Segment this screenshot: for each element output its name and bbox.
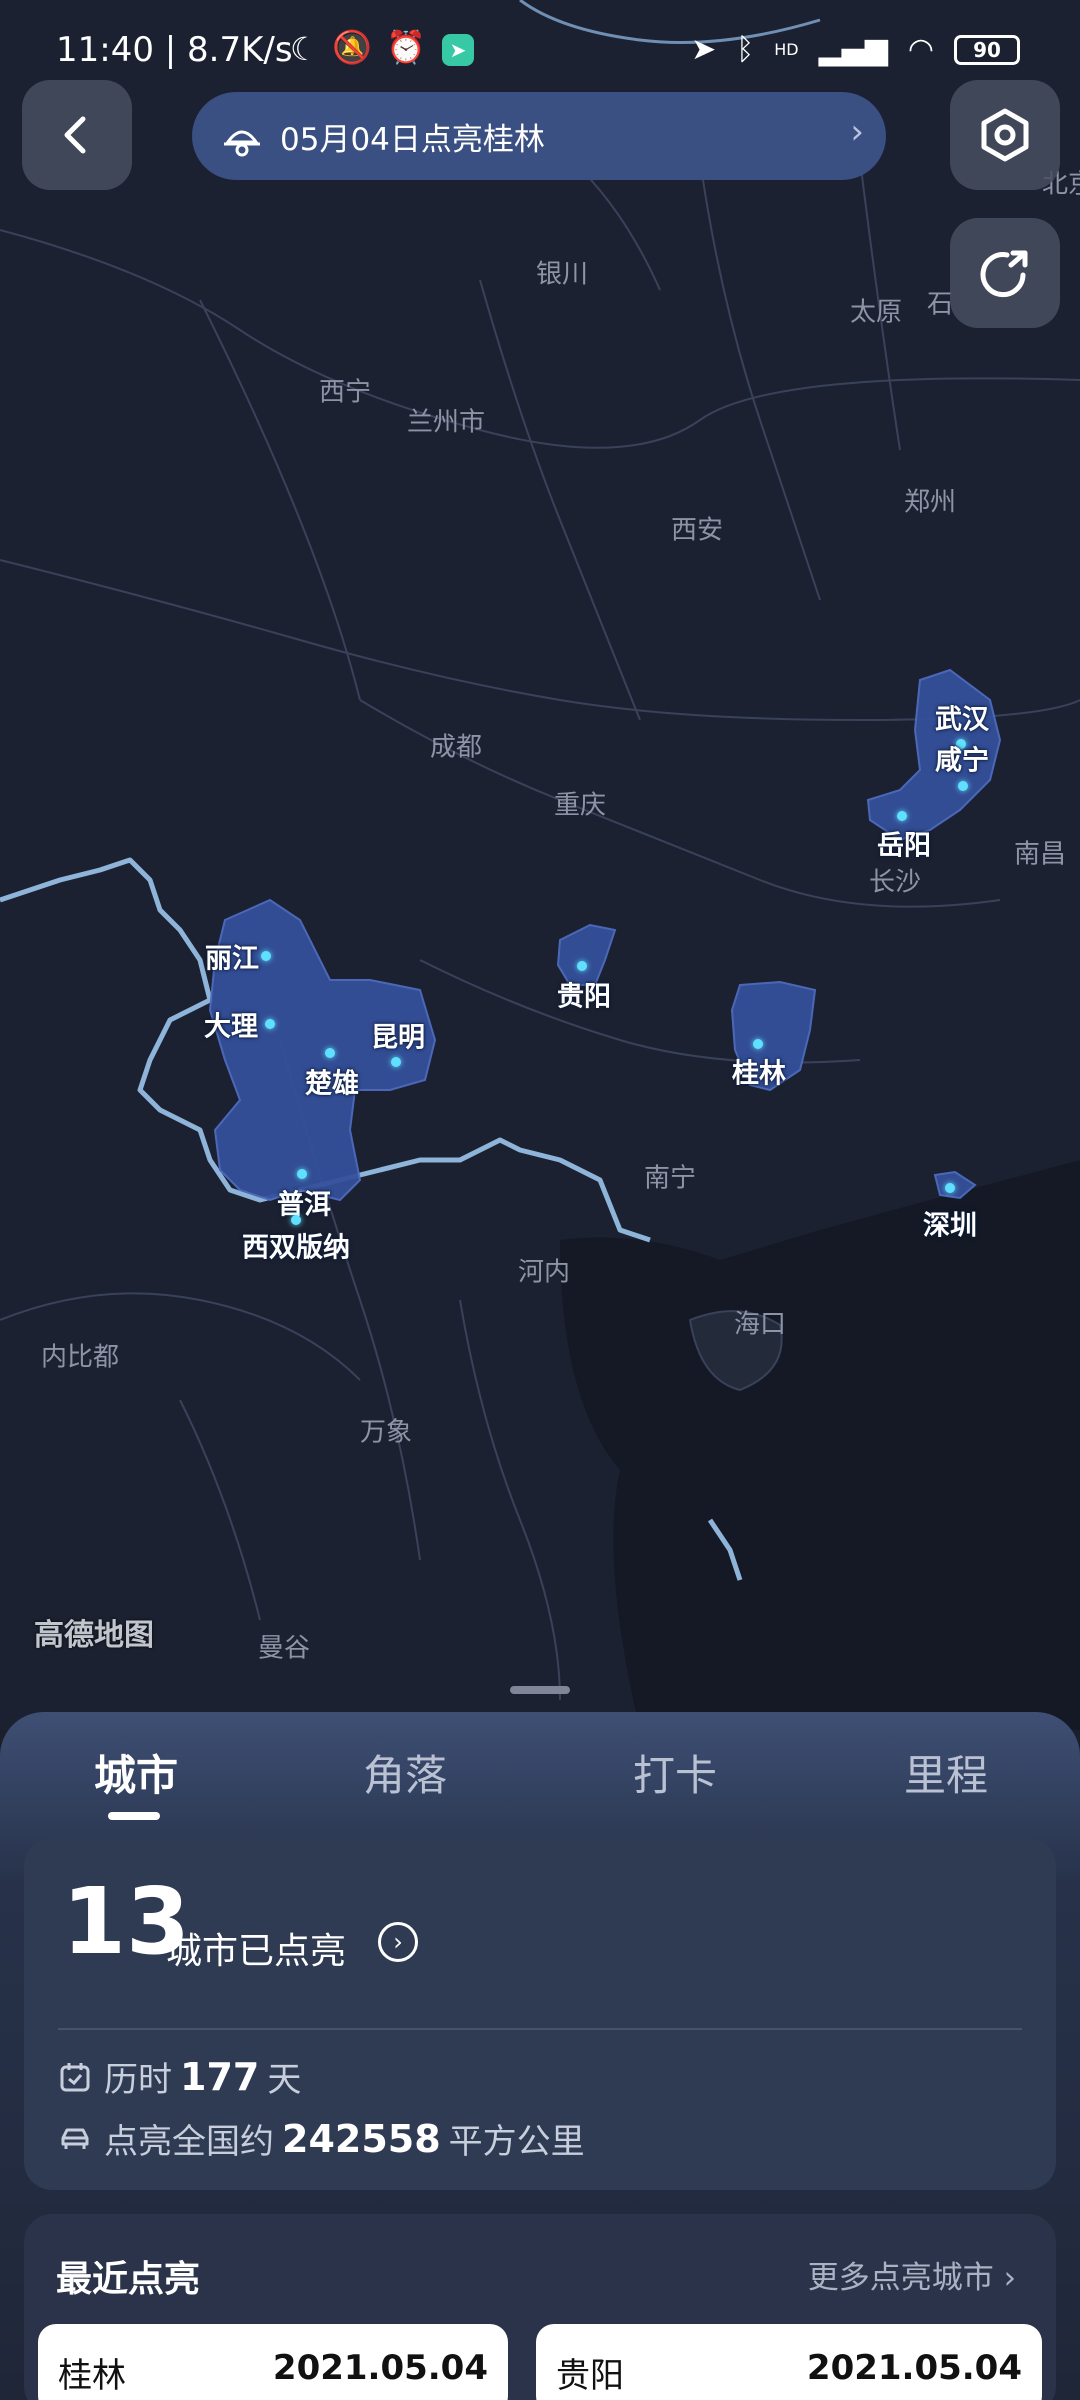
recent-item[interactable]: 贵阳 2021.05.04 xyxy=(536,2324,1042,2400)
map-city-label: 河内 xyxy=(517,1257,571,1288)
tab-mileage[interactable]: 里程 xyxy=(904,1742,988,1803)
hd-badge: HD xyxy=(774,40,799,59)
recent-title: 最近点亮 xyxy=(56,2259,201,2300)
duration-unit: 天 xyxy=(267,2060,302,2100)
map-attribution: 高德地图 xyxy=(34,1618,154,1653)
area-value: 242558 xyxy=(282,2116,441,2161)
map-city-label: 西宁 xyxy=(318,377,372,408)
hexagon-settings-icon xyxy=(981,108,1029,162)
map-city-label: 南昌 xyxy=(1013,839,1067,870)
recent-item[interactable]: 桂林 2021.05.04 xyxy=(38,2324,508,2400)
lit-city-label[interactable]: 昆明 xyxy=(371,1016,425,1055)
share-button[interactable] xyxy=(950,218,1060,328)
map-city-label: 太原 xyxy=(849,297,903,328)
lit-city-label[interactable]: 丽江 xyxy=(205,937,259,976)
moon-icon: ☾ xyxy=(290,30,319,68)
active-tab-indicator xyxy=(108,1812,160,1820)
banner-title: 05月04日点亮桂林 xyxy=(280,121,545,158)
signal-icon: ▂▄▆ xyxy=(818,32,888,67)
more-cities-link[interactable]: 更多点亮城市 › xyxy=(808,2252,1016,2297)
divider xyxy=(58,2028,1022,2030)
tab-city[interactable]: 城市 xyxy=(94,1742,178,1803)
lit-city-label[interactable]: 普洱 xyxy=(277,1183,331,1222)
duration-prefix: 历时 xyxy=(104,2060,172,2100)
lit-city-dot xyxy=(958,781,968,791)
area-unit: 平方公里 xyxy=(448,2122,585,2162)
duration-row: 历时 177 天 xyxy=(58,2052,301,2101)
mute-bell-icon: 🔕 xyxy=(332,28,372,66)
sheet-drag-handle[interactable] xyxy=(510,1686,570,1694)
lit-city-dot xyxy=(297,1169,307,1179)
area-row: 点亮全国约 242558 平方公里 xyxy=(58,2114,585,2163)
summary-card: 13 城市已点亮 › 历时 177 天 点亮全国约 242558 平方公里 xyxy=(24,1838,1056,2190)
status-icons: ➤ ᛒ HD ▂▄▆ ◠ 90 xyxy=(691,32,1020,67)
recent-item-date: 2021.05.04 xyxy=(806,2348,1022,2388)
tab-checkin[interactable]: 打卡 xyxy=(633,1742,717,1803)
lit-city-dot xyxy=(291,1215,301,1225)
chevron-left-icon xyxy=(64,116,86,154)
lit-city-label[interactable]: 大理 xyxy=(204,1005,258,1044)
car-icon xyxy=(58,2122,92,2156)
chevron-right-icon: › xyxy=(850,112,864,152)
status-bar: 11:40 | 8.7K/s ☾ 🔕 ⏰ ➤ ➤ ᛒ HD ▂▄▆ ◠ 90 xyxy=(0,0,1080,100)
lit-record-banner[interactable]: 05月04日点亮桂林 › xyxy=(192,92,886,180)
lit-city-label[interactable]: 楚雄 xyxy=(305,1062,359,1101)
explorer-hat-icon xyxy=(224,130,260,157)
lit-city-dot xyxy=(265,1019,275,1029)
share-icon xyxy=(980,250,1028,298)
duration-value: 177 xyxy=(180,2054,260,2099)
lit-city-dot xyxy=(391,1057,401,1067)
chevron-right-icon: › xyxy=(1003,2260,1016,2296)
map-city-label: 海口 xyxy=(733,1309,787,1340)
lit-city-dot xyxy=(577,961,587,971)
location-icon: ➤ xyxy=(691,32,717,67)
wifi-icon: ◠ xyxy=(907,32,934,67)
lit-city-label[interactable]: 城市已点亮 xyxy=(166,1922,346,1974)
map-view[interactable]: 银川 西宁 兰州市 太原 郑州 西安 成都 重庆 长沙 南昌 南宁 河内 海口 … xyxy=(0,0,1080,1730)
bluetooth-icon: ᛒ xyxy=(736,32,755,67)
map-city-label: 西安 xyxy=(670,515,724,546)
map-city-label: 内比都 xyxy=(40,1342,120,1373)
recent-item-name: 贵阳 xyxy=(556,2356,624,2396)
map-city-label: 重庆 xyxy=(553,790,607,821)
recent-item-date: 2021.05.04 xyxy=(272,2348,488,2388)
map-city-label: 郑州 xyxy=(903,487,957,518)
map-city-label: 长沙 xyxy=(868,867,922,898)
map-city-label: 成都 xyxy=(429,732,483,763)
more-cities-label: 更多点亮城市 xyxy=(807,2260,994,2296)
tab-corner[interactable]: 角落 xyxy=(363,1742,447,1803)
lit-city-dot xyxy=(897,811,907,821)
lit-city-label[interactable]: 武汉 xyxy=(935,698,989,737)
lit-city-dot xyxy=(325,1048,335,1058)
lit-city-dot xyxy=(753,1039,763,1049)
map-city-label: 南宁 xyxy=(643,1163,697,1194)
lit-city-label[interactable]: 西双版纳 xyxy=(242,1226,350,1265)
status-time: 11:40 | 8.7K/s xyxy=(56,30,293,70)
lit-city-label[interactable]: 岳阳 xyxy=(877,824,931,863)
chevron-right-circle-icon[interactable]: › xyxy=(378,1922,418,1962)
lit-city-dot xyxy=(945,1183,955,1193)
map-city-label: 银川 xyxy=(535,259,589,290)
lit-city-label[interactable]: 深圳 xyxy=(923,1204,977,1243)
settings-button[interactable] xyxy=(950,80,1060,190)
back-button[interactable] xyxy=(22,80,132,190)
lit-city-label[interactable]: 咸宁 xyxy=(935,739,989,778)
area-prefix: 点亮全国约 xyxy=(104,2122,274,2162)
lit-city-label[interactable]: 桂林 xyxy=(732,1052,786,1091)
map-city-label: 万象 xyxy=(359,1417,413,1448)
lit-city-label[interactable]: 贵阳 xyxy=(557,975,611,1014)
calendar-check-icon xyxy=(58,2060,92,2094)
navigation-app-icon: ➤ xyxy=(442,34,474,66)
battery-icon: 90 xyxy=(954,34,1020,65)
recent-card: 最近点亮 更多点亮城市 › 桂林 2021.05.04 贵阳 2021.05.0… xyxy=(24,2214,1056,2400)
lit-city-dot xyxy=(261,951,271,961)
alarm-icon: ⏰ xyxy=(386,28,426,66)
tab-bar: 城市 角落 打卡 里程 xyxy=(0,1742,1080,1822)
map-city-label: 兰州市 xyxy=(406,407,486,438)
map-city-label: 曼谷 xyxy=(257,1633,311,1664)
recent-item-name: 桂林 xyxy=(58,2356,126,2396)
